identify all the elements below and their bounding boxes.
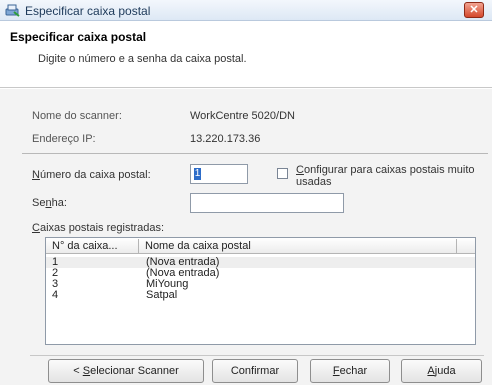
scanner-app-icon (5, 4, 20, 17)
list-item[interactable]: 2 (Nova entrada) (46, 268, 475, 279)
window-title: Especificar caixa postal (25, 4, 151, 18)
registered-mailboxes-label: Caixas postais registradas: (32, 222, 165, 234)
list-item[interactable]: 4 Satpal (46, 290, 475, 301)
select-scanner-button[interactable]: < Selecionar Scanner (48, 359, 204, 383)
ip-address-value: 13.220.173.36 (190, 133, 261, 145)
list-item[interactable]: 1 (Nova entrada) (46, 257, 475, 268)
ip-address-label: Endereço IP: (32, 133, 96, 145)
close-icon: ✕ (469, 4, 479, 16)
mailbox-name-cell: Satpal (146, 289, 178, 301)
page-title: Especificar caixa postal (10, 30, 147, 44)
page-subtitle: Digite o número e a senha da caixa posta… (38, 53, 247, 65)
registered-mailboxes-list[interactable]: N° da caixa... Nome da caixa postal 1 (N… (45, 237, 476, 345)
title-bar: Especificar caixa postal ✕ (0, 0, 492, 21)
list-item[interactable]: 3 MiYoung (46, 279, 475, 290)
password-label: Senha: (32, 197, 67, 209)
frequent-mailboxes-label: Configurar para caixas postais muito usa… (296, 164, 475, 188)
password-input[interactable] (190, 193, 344, 213)
close-window-button[interactable]: ✕ (464, 2, 484, 18)
confirm-button[interactable]: Confirmar (212, 359, 298, 383)
help-button[interactable]: Ajuda (401, 359, 482, 383)
button-divider (30, 355, 484, 356)
column-header-mailbox-number[interactable]: N° da caixa... (46, 239, 139, 253)
list-header: N° da caixa... Nome da caixa postal (46, 238, 475, 254)
frequent-mailboxes-checkbox[interactable] (277, 168, 288, 179)
mailbox-number-value: 1 (194, 168, 201, 180)
mailbox-number-input[interactable]: 1 (190, 164, 248, 184)
close-button[interactable]: Fechar (310, 359, 390, 383)
mailbox-number-label: Número da caixa postal: (32, 169, 151, 181)
section-divider (22, 153, 488, 154)
scanner-name-value: WorkCentre 5020/DN (190, 110, 295, 122)
mailbox-number-cell: 4 (52, 289, 59, 301)
column-header-mailbox-name[interactable]: Nome da caixa postal (139, 239, 457, 253)
scanner-name-label: Nome do scanner: (32, 110, 122, 122)
